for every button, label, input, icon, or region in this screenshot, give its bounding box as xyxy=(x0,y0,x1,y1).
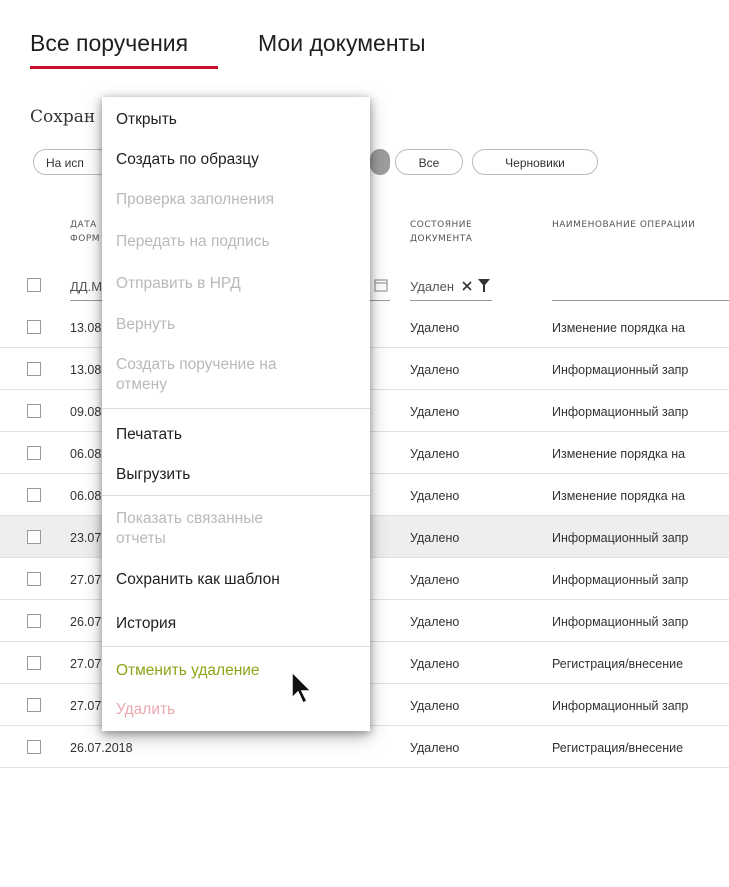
menu-item-send-for-sign: Передать на подпись xyxy=(116,233,270,250)
menu-item-open[interactable]: Открыть xyxy=(116,111,177,129)
date-filter-input[interactable]: ДД.М xyxy=(70,279,102,294)
table-row[interactable]: 26.07.2018 Удалено Регистрация/внесение xyxy=(0,726,729,768)
active-tab-indicator xyxy=(30,66,218,69)
state-filter-underline xyxy=(410,300,492,301)
row-state: Удалено xyxy=(410,615,460,629)
row-state: Удалено xyxy=(410,573,460,587)
tab-all-orders[interactable]: Все поручения xyxy=(30,30,188,57)
menu-item-send-to-nrd: Отправить в НРД xyxy=(116,275,241,292)
row-state: Удалено xyxy=(410,489,460,503)
row-date: 13.08 xyxy=(70,321,102,335)
row-operation: Изменение порядка на xyxy=(552,489,686,503)
column-header-state[interactable]: СОСТОЯНИЕ ДОКУМЕНТА xyxy=(410,218,520,246)
menu-item-return: Вернуть xyxy=(116,316,176,333)
chip-all[interactable]: Все xyxy=(395,149,463,175)
row-date: 23.07 xyxy=(70,531,102,545)
row-operation: Информационный запр xyxy=(552,363,689,377)
column-header-operation[interactable]: НАИМЕНОВАНИЕ ОПЕРАЦИИ xyxy=(552,218,722,232)
row-checkbox[interactable] xyxy=(27,404,41,418)
row-checkbox[interactable] xyxy=(27,572,41,586)
menu-item-show-reports-line1: Показать связанные xyxy=(116,510,264,527)
row-state: Удалено xyxy=(410,699,460,713)
row-date: 06.08 xyxy=(70,489,102,503)
select-all-checkbox[interactable] xyxy=(27,278,41,292)
menu-item-create-from-template[interactable]: Создать по образцу xyxy=(116,151,259,169)
menu-separator xyxy=(102,646,370,647)
row-operation: Информационный запр xyxy=(552,615,689,629)
chip-drafts[interactable]: Черновики xyxy=(472,149,598,175)
menu-item-history[interactable]: История xyxy=(116,615,176,633)
filter-funnel-icon[interactable] xyxy=(478,279,490,292)
row-date: 26.07.2018 xyxy=(70,741,133,755)
menu-item-create-cancel-line1: Создать поручение на xyxy=(116,356,277,373)
context-menu: Открыть Создать по образцу Проверка запо… xyxy=(102,97,370,731)
row-checkbox[interactable] xyxy=(27,530,41,544)
menu-item-check-fill: Проверка заполнения xyxy=(116,191,274,208)
menu-item-print[interactable]: Печатать xyxy=(116,426,182,444)
row-checkbox[interactable] xyxy=(27,698,41,712)
row-date: 09.08 xyxy=(70,405,102,419)
row-operation: Изменение порядка на xyxy=(552,321,686,335)
menu-item-undo-delete[interactable]: Отменить удаление xyxy=(116,662,260,680)
row-state: Удалено xyxy=(410,531,460,545)
close-icon[interactable] xyxy=(462,281,472,291)
row-date: 27.07 xyxy=(70,573,102,587)
saved-filters-label: Сохран xyxy=(30,107,96,127)
row-operation: Информационный запр xyxy=(552,699,689,713)
menu-separator xyxy=(102,495,370,496)
row-checkbox[interactable] xyxy=(27,488,41,502)
row-checkbox[interactable] xyxy=(27,320,41,334)
menu-separator xyxy=(102,408,370,409)
menu-item-export[interactable]: Выгрузить xyxy=(116,466,190,484)
menu-item-show-reports-line2: отчеты xyxy=(116,530,166,547)
row-checkbox[interactable] xyxy=(27,446,41,460)
menu-item-create-cancel-line2: отмену xyxy=(116,376,167,393)
row-operation: Изменение порядка на xyxy=(552,447,686,461)
row-operation: Регистрация/внесение xyxy=(552,741,684,755)
row-date: 26.07 xyxy=(70,615,102,629)
row-state: Удалено xyxy=(410,447,460,461)
row-checkbox[interactable] xyxy=(27,614,41,628)
row-operation: Информационный запр xyxy=(552,405,689,419)
row-state: Удалено xyxy=(410,321,460,335)
mouse-pointer-icon xyxy=(291,670,313,705)
row-operation: Информационный запр xyxy=(552,573,689,587)
row-state: Удалено xyxy=(410,741,460,755)
menu-item-show-related-reports: Показать связанные отчеты xyxy=(116,509,263,549)
row-date: 13.08 xyxy=(70,363,102,377)
operation-filter-underline xyxy=(552,300,729,301)
row-state: Удалено xyxy=(410,363,460,377)
row-state: Удалено xyxy=(410,405,460,419)
menu-item-delete: Удалить xyxy=(116,701,176,718)
row-checkbox[interactable] xyxy=(27,740,41,754)
state-filter-input[interactable]: Удален xyxy=(410,279,458,294)
chip-selected[interactable] xyxy=(370,149,390,175)
row-date: 06.08 xyxy=(70,447,102,461)
row-state: Удалено xyxy=(410,657,460,671)
row-checkbox[interactable] xyxy=(27,656,41,670)
row-checkbox[interactable] xyxy=(27,362,41,376)
row-operation: Информационный запр xyxy=(552,531,689,545)
calendar-icon[interactable] xyxy=(374,278,388,292)
menu-item-create-cancel-order: Создать поручение на отмену xyxy=(116,355,276,395)
tab-my-documents[interactable]: Мои документы xyxy=(258,30,426,57)
menu-item-save-as-template[interactable]: Сохранить как шаблон xyxy=(116,571,280,589)
row-operation: Регистрация/внесение xyxy=(552,657,684,671)
